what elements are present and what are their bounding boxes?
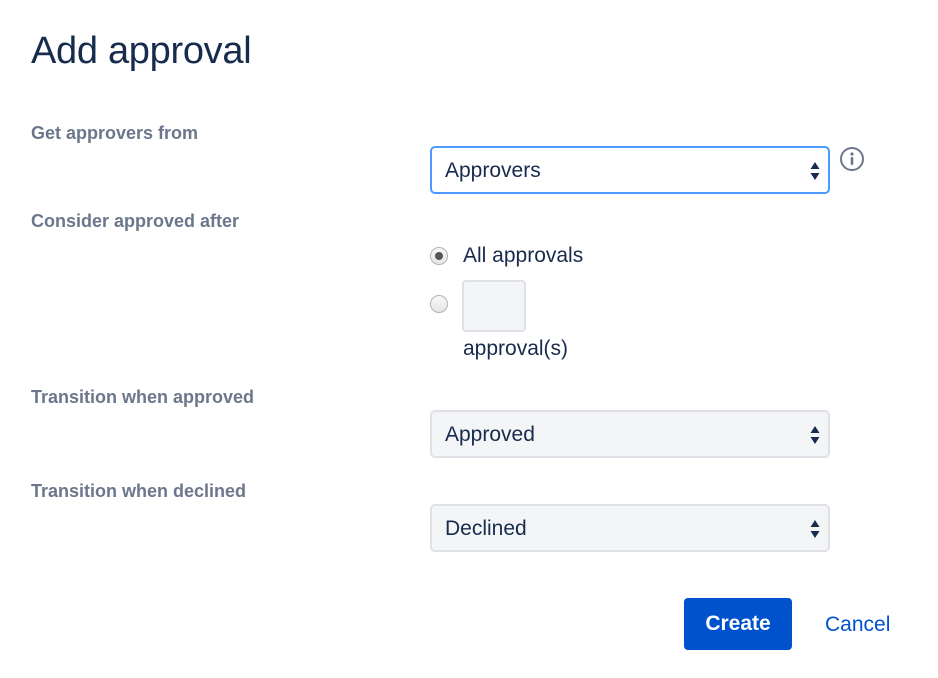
approval-count-input[interactable] <box>462 280 526 332</box>
create-button[interactable]: Create <box>684 598 792 650</box>
transition-approved-value: Approved <box>445 423 535 446</box>
page-title: Add approval <box>31 30 252 72</box>
select-arrows-icon <box>810 162 820 180</box>
transition-declined-select[interactable]: Declined <box>430 504 830 552</box>
approvers-from-label: Get approvers from <box>31 123 199 143</box>
approvers-from-select[interactable]: Approvers <box>430 146 830 194</box>
select-arrows-icon <box>810 426 820 444</box>
info-icon[interactable] <box>839 146 865 172</box>
approvals-suffix-label: approval(s) <box>463 337 569 360</box>
radio-custom-approvals[interactable] <box>430 295 448 313</box>
consider-approved-label: Consider approved after <box>31 211 240 231</box>
transition-declined-label: Transition when declined <box>31 481 247 501</box>
transition-approved-select[interactable]: Approved <box>430 410 830 458</box>
select-arrows-icon <box>810 520 820 538</box>
approvers-from-value: Approvers <box>445 159 541 182</box>
transition-approved-label: Transition when approved <box>31 387 255 407</box>
transition-declined-value: Declined <box>445 517 527 540</box>
radio-all-approvals[interactable] <box>430 247 448 265</box>
cancel-link[interactable]: Cancel <box>825 612 890 638</box>
radio-all-approvals-label: All approvals <box>463 244 584 267</box>
add-approval-dialog: Add approval Get approvers from Approver… <box>0 0 938 678</box>
